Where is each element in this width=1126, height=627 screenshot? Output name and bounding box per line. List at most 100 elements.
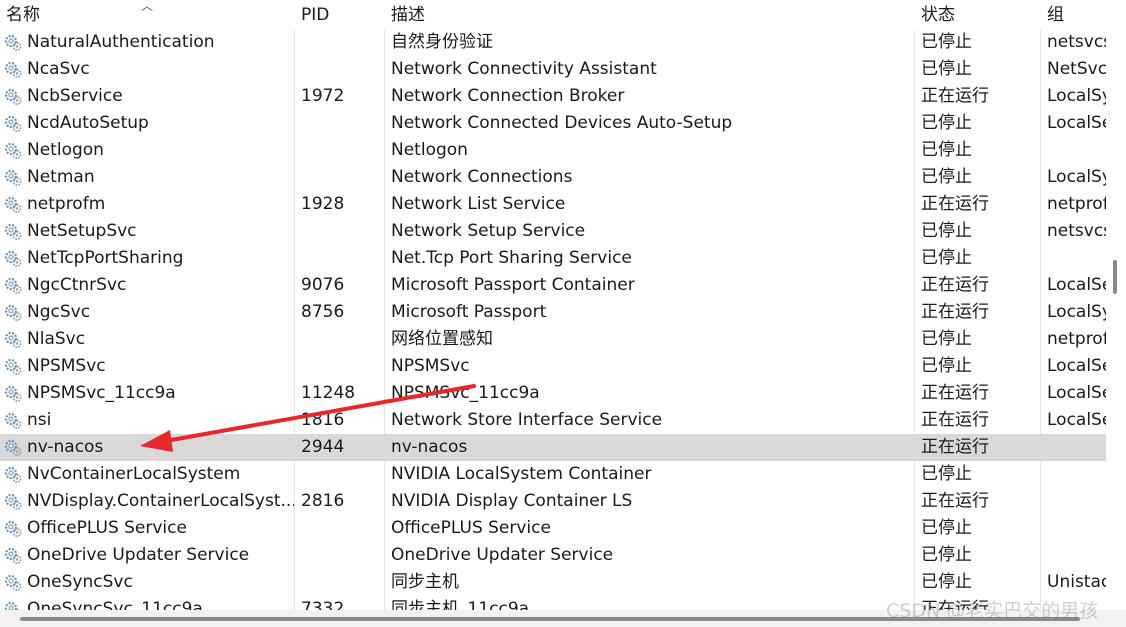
table-row[interactable]: NgcCtnrSvc 9076 Microsoft Passport Contain… <box>0 272 1106 299</box>
table-row[interactable]: NPSMSvc NPSMSvc 已停止 LocalSe <box>0 353 1106 380</box>
table-row[interactable]: NvContainerLocalSystem NVIDIA LocalSystem… <box>0 461 1106 488</box>
service-pid <box>301 110 379 137</box>
service-name-cell[interactable]: Netman <box>0 164 294 191</box>
service-group: NetSvcs <box>1047 59 1106 79</box>
column-header-status[interactable]: 状态 <box>921 0 1031 27</box>
service-name-cell[interactable]: netprofm <box>0 191 294 218</box>
service-name-cell[interactable]: NVDisplay.ContainerLocalSyst... <box>0 488 294 515</box>
table-row[interactable]: OfficePLUS Service OfficePLUS Service 已停止 <box>0 515 1106 542</box>
table-row[interactable]: Netman Network Connections 已停止 LocalSy <box>0 164 1106 191</box>
service-status: 已停止 <box>921 518 972 538</box>
table-row[interactable]: NcbService 1972 Network Connection Broker 正… <box>0 83 1106 110</box>
column-header-group[interactable]: 组 <box>1047 0 1106 27</box>
service-name: OneDrive Updater Service <box>27 545 250 565</box>
service-description: Net.Tcp Port Sharing Service <box>391 248 632 268</box>
service-name: NcdAutoSetup <box>27 113 149 133</box>
service-gear-icon <box>4 304 22 321</box>
service-group <box>1047 515 1106 542</box>
service-description: 网络位置感知 <box>391 329 493 349</box>
table-row[interactable]: OneSyncSvc 同步主机 已停止 Unistac <box>0 569 1106 596</box>
table-row[interactable]: NVDisplay.ContainerLocalSyst... 2816 NVIDI… <box>0 488 1106 515</box>
table-row[interactable]: netprofm 1928 Network List Service 正在运行 netp… <box>0 191 1106 218</box>
service-name-cell[interactable]: NaturalAuthentication <box>0 29 294 56</box>
service-gear-icon <box>4 331 22 348</box>
service-name-cell[interactable]: NcaSvc <box>0 56 294 83</box>
service-gear-icon <box>4 250 22 267</box>
service-name-cell[interactable]: NlaSvc <box>0 326 294 353</box>
service-gear-icon <box>4 520 22 537</box>
service-status: 已停止 <box>921 32 972 52</box>
service-name-cell[interactable]: NgcSvc <box>0 299 294 326</box>
service-name-cell[interactable]: OneDrive Updater Service <box>0 542 294 569</box>
service-name-cell[interactable]: OneSyncSvc_11cc9a <box>0 596 294 610</box>
table-row[interactable]: NetSetupSvc Network Setup Service 已停止 netsv… <box>0 218 1106 245</box>
service-name: NcaSvc <box>27 59 90 79</box>
table-row[interactable]: OneDrive Updater Service OneDrive Updater… <box>0 542 1106 569</box>
service-name-cell[interactable]: NcbService <box>0 83 294 110</box>
service-name-cell[interactable]: NetTcpPortSharing <box>0 245 294 272</box>
table-row[interactable]: NetTcpPortSharing Net.Tcp Port Sharing Se… <box>0 245 1106 272</box>
service-group <box>1047 434 1106 461</box>
service-pid: 1928 <box>301 194 345 214</box>
service-name-cell[interactable]: NPSMSvc <box>0 353 294 380</box>
service-group: LocalSy <box>1047 302 1106 322</box>
service-name: OneSyncSvc <box>27 572 133 592</box>
service-name-cell[interactable]: NvContainerLocalSystem <box>0 461 294 488</box>
service-description: Network List Service <box>391 194 566 214</box>
service-pid <box>301 56 379 83</box>
vertical-scrollbar[interactable] <box>1106 0 1126 610</box>
service-gear-icon <box>4 412 22 429</box>
service-name-cell[interactable]: NcdAutoSetup <box>0 110 294 137</box>
table-row[interactable]: nv-nacos 2944 nv-nacos 正在运行 <box>0 434 1106 461</box>
service-gear-icon <box>4 88 22 105</box>
service-pid: 2944 <box>301 437 345 457</box>
service-description: Netlogon <box>391 140 468 160</box>
service-name-cell[interactable]: Netlogon <box>0 137 294 164</box>
service-pid <box>301 326 379 353</box>
service-name: OfficePLUS Service <box>27 518 187 538</box>
service-group: netprof <box>1047 194 1106 214</box>
services-table: 名称 ︿ PID 描述 状态 组 NaturalAuthentication 自然… <box>0 0 1106 610</box>
column-header-pid[interactable]: PID <box>301 0 379 27</box>
service-name-cell[interactable]: OneSyncSvc <box>0 569 294 596</box>
service-name: NetTcpPortSharing <box>27 248 184 268</box>
service-status: 已停止 <box>921 572 972 592</box>
service-name-cell[interactable]: NetSetupSvc <box>0 218 294 245</box>
table-row[interactable]: NlaSvc 网络位置感知 已停止 netprof <box>0 326 1106 353</box>
column-header-description[interactable]: 描述 <box>391 0 911 27</box>
service-gear-icon <box>4 466 22 483</box>
service-pid: 8756 <box>301 302 345 322</box>
service-description: Microsoft Passport <box>391 302 547 322</box>
service-name: NcbService <box>27 86 123 106</box>
column-header-name[interactable]: 名称 ︿ <box>0 0 294 27</box>
service-group <box>1047 245 1106 272</box>
table-row[interactable]: NcdAutoSetup Network Connected Devices Au… <box>0 110 1106 137</box>
service-name-cell[interactable]: OfficePLUS Service <box>0 515 294 542</box>
service-group: Unistac <box>1047 572 1106 592</box>
service-pid: 1972 <box>301 86 345 106</box>
service-pid <box>301 29 379 56</box>
service-status: 已停止 <box>921 356 972 376</box>
service-description: NPSMSvc_11cc9a <box>391 383 540 403</box>
table-row[interactable]: NaturalAuthentication 自然身份验证 已停止 netsvcs <box>0 29 1106 56</box>
service-name-cell[interactable]: nsi <box>0 407 294 434</box>
service-pid <box>301 569 379 596</box>
service-description: 同步主机_11cc9a <box>391 599 530 610</box>
service-name-cell[interactable]: NgcCtnrSvc <box>0 272 294 299</box>
service-name: OneSyncSvc_11cc9a <box>27 599 203 610</box>
table-row[interactable]: nsi 1816 Network Store Interface Service 正在… <box>0 407 1106 434</box>
service-description: Network Connected Devices Auto-Setup <box>391 113 733 133</box>
table-row[interactable]: NgcSvc 8756 Microsoft Passport 正在运行 LocalSy <box>0 299 1106 326</box>
service-gear-icon <box>4 169 22 186</box>
service-name-cell[interactable]: nv-nacos <box>0 434 294 461</box>
service-group: LocalSe <box>1047 356 1106 376</box>
service-description: 自然身份验证 <box>391 32 493 52</box>
table-row[interactable]: NcaSvc Network Connectivity Assistant 已停止 N… <box>0 56 1106 83</box>
service-gear-icon <box>4 493 22 510</box>
table-row[interactable]: NPSMSvc_11cc9a 11248 NPSMSvc_11cc9a 正在运行 Loc… <box>0 380 1106 407</box>
service-name: nsi <box>27 410 52 430</box>
table-row[interactable]: Netlogon Netlogon 已停止 <box>0 137 1106 164</box>
service-name-cell[interactable]: NPSMSvc_11cc9a <box>0 380 294 407</box>
service-group: LocalSy <box>1047 167 1106 187</box>
vertical-scrollbar-thumb[interactable] <box>1113 260 1117 294</box>
